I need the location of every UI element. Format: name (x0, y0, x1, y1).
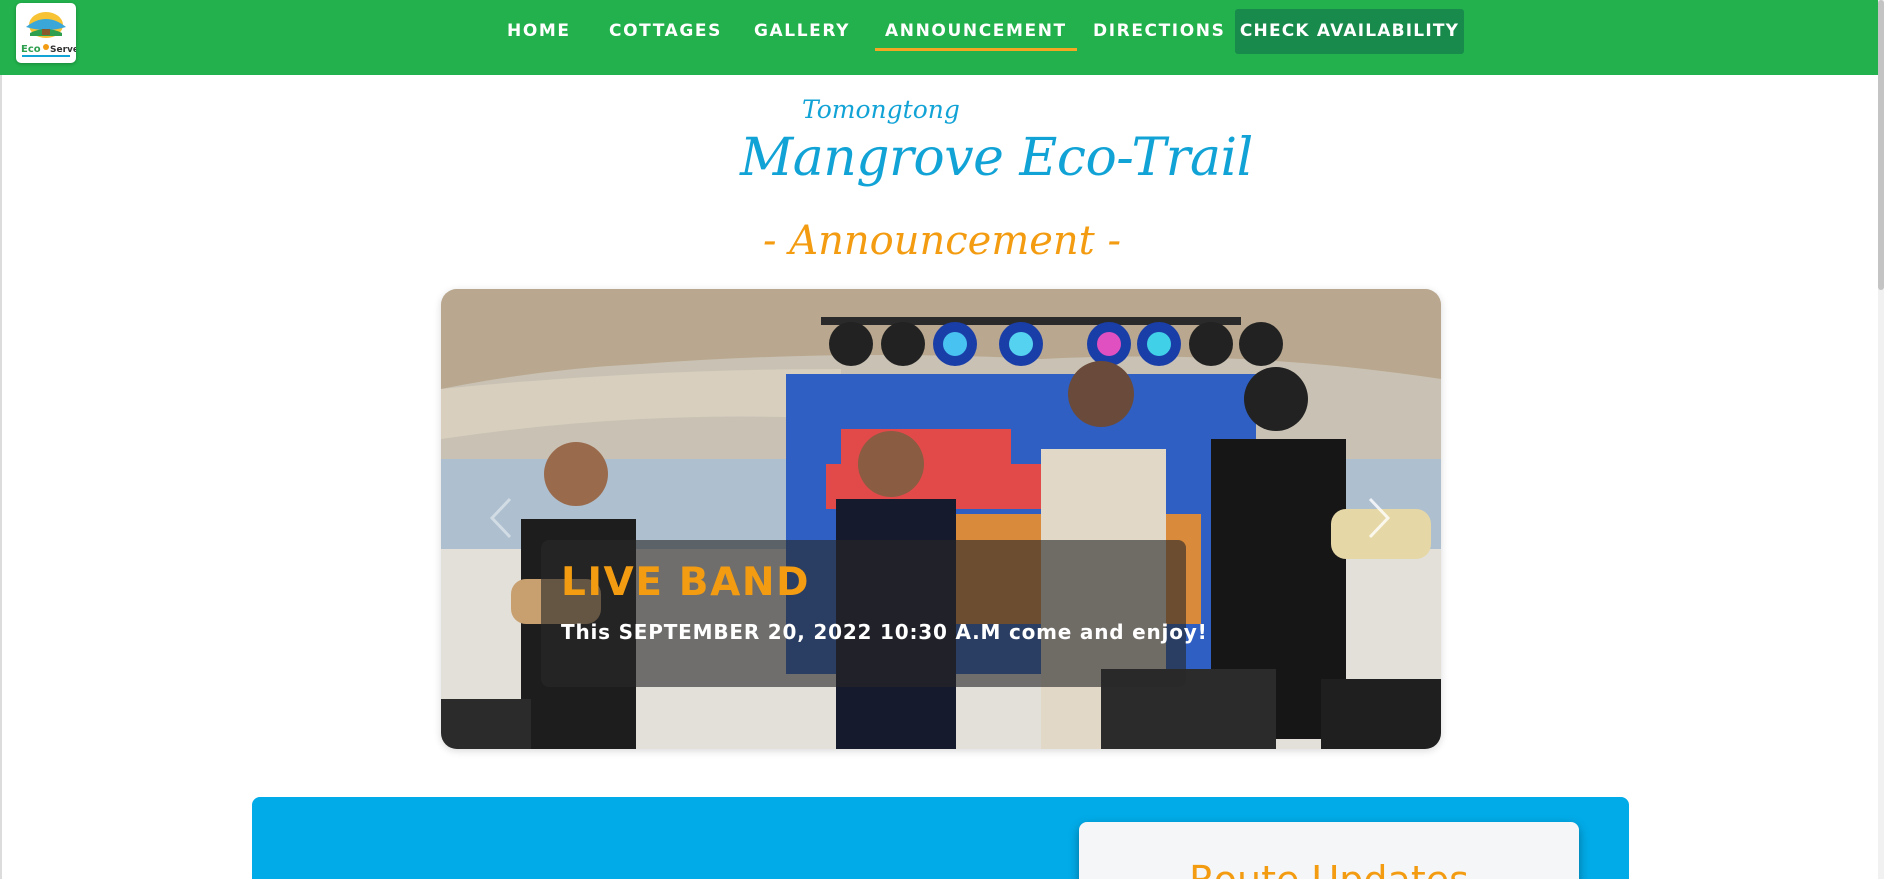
route-updates-card: Route Updates (1079, 822, 1579, 879)
carousel-next-button[interactable] (1362, 495, 1394, 541)
check-availability-button[interactable]: CHECK AVAILABILITY (1235, 9, 1464, 54)
hero-title: Mangrove Eco-Trail (740, 128, 1253, 188)
carousel-prev-button[interactable] (486, 495, 518, 541)
chevron-right-icon (1368, 497, 1391, 539)
page-scrollbar[interactable] (1878, 0, 1884, 879)
caption-text: This SEPTEMBER 20, 2022 10:30 A.M come a… (561, 620, 1208, 644)
nav-gallery-link[interactable]: GALLERY (754, 18, 850, 44)
route-updates-title: Route Updates (1079, 858, 1579, 879)
main-nav: HOME COTTAGES GALLERY ANNOUNCEMENT DIREC… (0, 0, 1884, 62)
top-navbar: Eco Serve HOME COTTAGES GALLERY ANNOUNCE… (0, 0, 1884, 75)
hero-subtitle: Tomongtong (802, 95, 960, 124)
chevron-left-icon (489, 497, 512, 539)
slide-caption: LIVE BAND This SEPTEMBER 20, 2022 10:30 … (541, 540, 1207, 687)
caption-title: LIVE BAND (561, 560, 811, 605)
nav-announcement-link[interactable]: ANNOUNCEMENT (875, 18, 1077, 51)
nav-directions-link[interactable]: DIRECTIONS (1093, 18, 1225, 44)
announcement-heading: - Announcement - (763, 218, 1121, 264)
nav-home-link[interactable]: HOME (507, 18, 571, 44)
page-edge (0, 0, 2, 879)
nav-cottages-link[interactable]: COTTAGES (609, 18, 722, 44)
